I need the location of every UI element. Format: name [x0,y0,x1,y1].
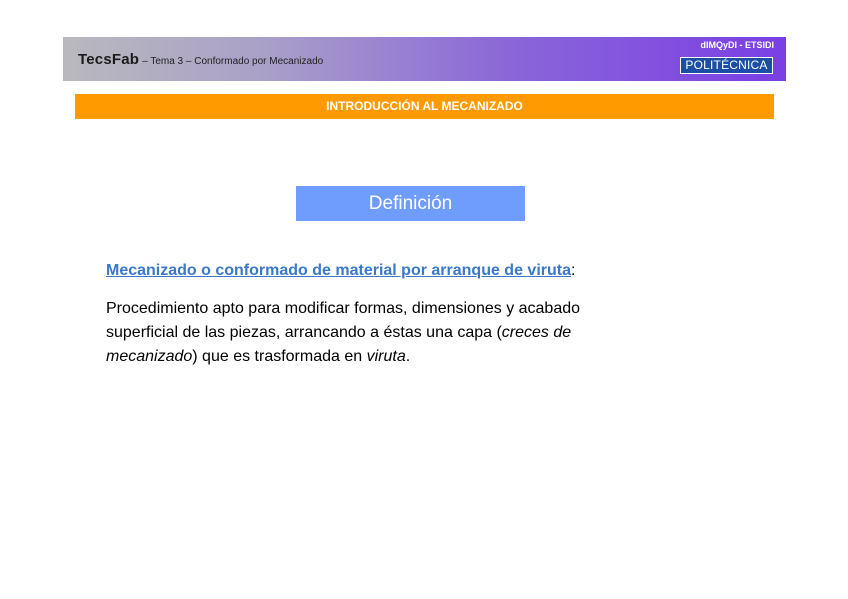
header-bar: TecsFab – Tema 3 – Conformado por Mecaniz… [63,37,786,81]
section-title-bar: INTRODUCCIÓN AL MECANIZADO [75,94,774,119]
brand-name: TecsFab [78,51,140,68]
definition-line-1: Procedimiento apto para modificar formas… [106,297,746,321]
definition-line-3: mecanizado) que es trasformada en viruta… [106,345,746,369]
definition-italic-creces: creces de [501,324,572,341]
term-heading: Mecanizado o conformado de material por … [106,262,575,280]
term-link[interactable]: Mecanizado o conformado de material por … [106,262,571,279]
term-suffix: : [571,262,576,279]
definition-line-1-text: Procedimiento apto para modificar formas… [106,300,581,317]
definition-italic-mecanizado: mecanizado [106,348,193,365]
definition-italic-viruta: viruta [366,348,406,365]
definition-line-2-text: superficial de las piezas, arrancando a … [106,324,502,341]
politecnica-logo: POLITÉCNICA [680,57,773,74]
slide: TecsFab – Tema 3 – Conformado por Mecaniz… [0,0,848,599]
definition-heading-box: Definición [296,186,525,221]
header-title: TecsFab – Tema 3 – Conformado por Mecaniz… [78,51,323,69]
department-label: dIMQyDI - ETSIDI [700,40,774,50]
definition-period: . [405,348,411,365]
definition-line-3-text: ) que es trasformada en [192,348,367,365]
definition-line-2: superficial de las piezas, arrancando a … [106,321,746,345]
header-subtitle: – Tema 3 – Conformado por Mecanizado [142,56,324,67]
definition-paragraph: Procedimiento apto para modificar formas… [106,297,746,369]
